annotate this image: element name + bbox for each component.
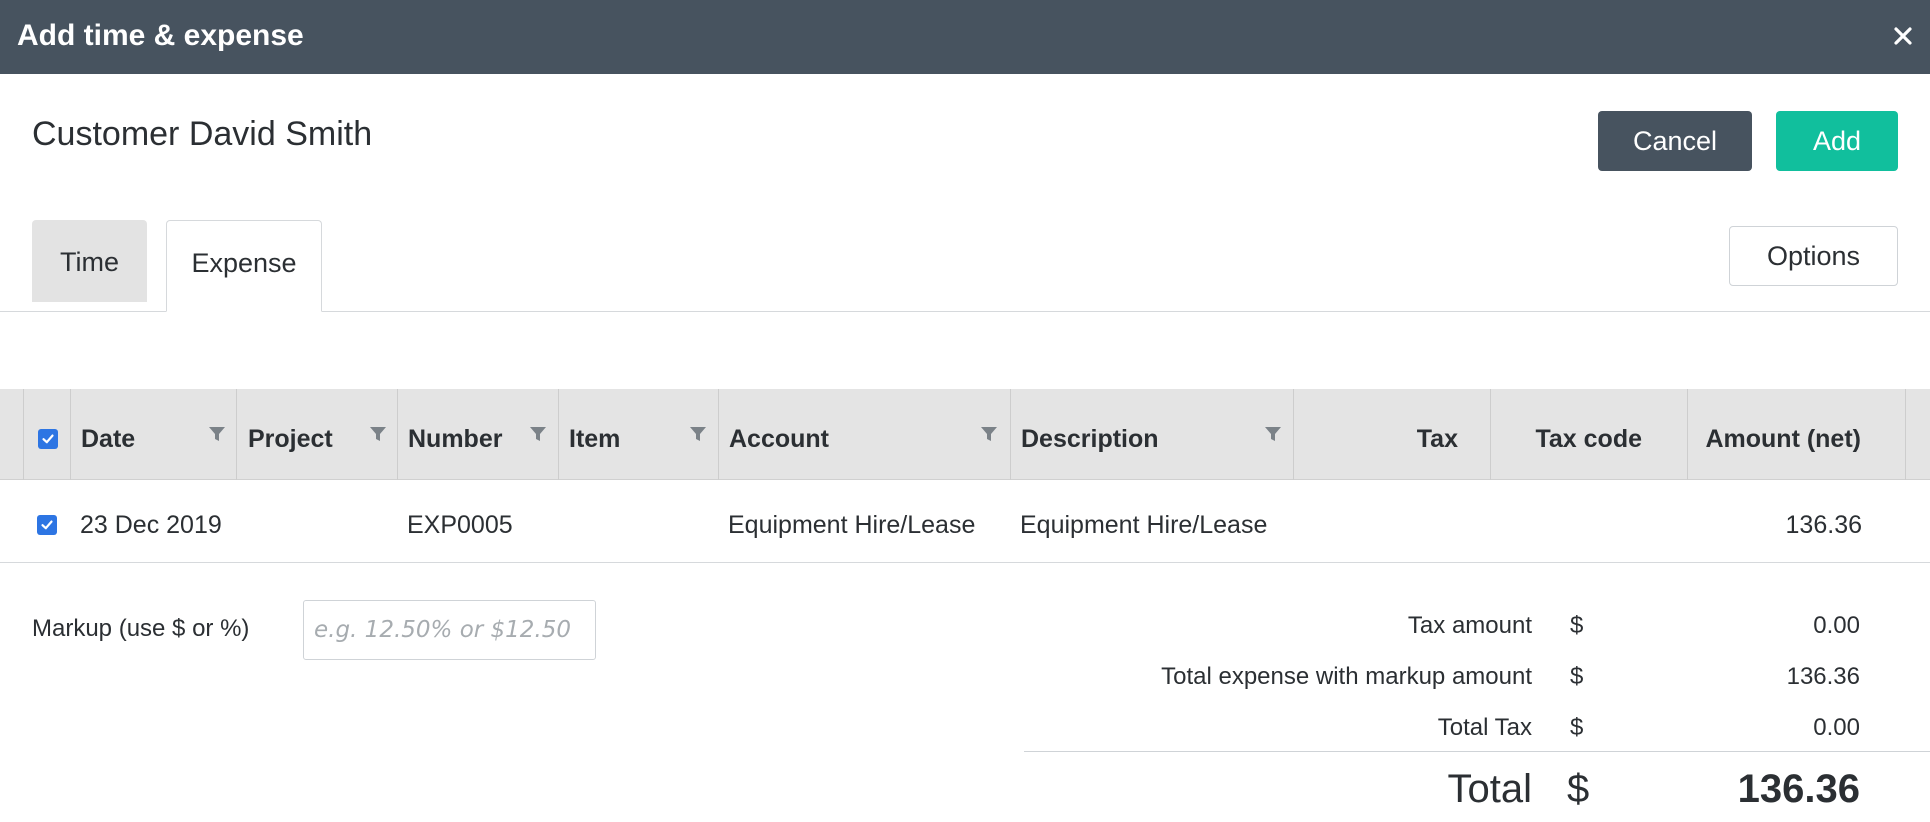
column-item-label: Item (569, 425, 621, 453)
column-item[interactable]: Item (558, 389, 718, 480)
column-tax-label: Tax (1416, 425, 1458, 453)
close-icon[interactable] (1888, 18, 1918, 54)
row-amount: 136.36 (1785, 511, 1862, 539)
filter-icon[interactable] (690, 427, 706, 441)
column-tax-code[interactable]: Tax code (1490, 389, 1687, 480)
column-date-label: Date (81, 425, 136, 453)
tab-expense[interactable]: Expense (166, 220, 322, 312)
column-account[interactable]: Account (718, 389, 1010, 480)
row-date: 23 Dec 2019 (80, 511, 222, 539)
options-button[interactable]: Options (1729, 226, 1898, 286)
column-amount-label: Amount (net) (1705, 425, 1861, 453)
total-expense-markup-label: Total expense with markup amount (1161, 663, 1532, 690)
column-tax-code-label: Tax code (1535, 425, 1642, 453)
total-tax-value: 0.00 (1813, 714, 1860, 741)
cancel-button[interactable]: Cancel (1598, 111, 1752, 171)
tax-amount-currency: $ (1570, 612, 1584, 639)
tax-amount-label: Tax amount (1407, 612, 1532, 639)
column-number-label: Number (408, 425, 503, 453)
select-all-column (23, 389, 70, 480)
row-number: EXP0005 (407, 511, 513, 539)
add-button[interactable]: Add (1776, 111, 1898, 171)
total-tax-label: Total Tax (1437, 714, 1532, 741)
column-project-label: Project (248, 425, 333, 453)
row-account: Equipment Hire/Lease (728, 511, 976, 539)
row-description: Equipment Hire/Lease (1020, 511, 1268, 539)
tab-time[interactable]: Time (32, 220, 147, 302)
filter-icon[interactable] (209, 427, 225, 441)
filter-icon[interactable] (1265, 427, 1281, 441)
filter-icon[interactable] (981, 427, 997, 441)
column-amount-net[interactable]: Amount (net) (1687, 389, 1906, 480)
summary-divider (1024, 751, 1930, 752)
column-account-label: Account (729, 425, 829, 453)
dialog-title: Add time & expense (17, 19, 304, 52)
row-checkbox[interactable] (37, 515, 57, 535)
column-number[interactable]: Number (397, 389, 558, 480)
total-expense-markup-currency: $ (1570, 663, 1584, 690)
markup-input[interactable] (303, 600, 596, 660)
column-date[interactable]: Date (70, 389, 236, 480)
filter-icon[interactable] (530, 427, 546, 441)
total-currency: $ (1567, 767, 1590, 811)
total-expense-markup-value: 136.36 (1786, 663, 1860, 690)
column-description[interactable]: Description (1010, 389, 1293, 480)
total-tax-currency: $ (1570, 714, 1584, 741)
customer-name: Customer David Smith (32, 115, 373, 153)
filter-icon[interactable] (370, 427, 386, 441)
total-label: Total (1447, 767, 1533, 811)
column-tax[interactable]: Tax (1293, 389, 1490, 480)
markup-label: Markup (use $ or %) (32, 615, 250, 642)
table-header: Date Project Number Item Account Descrip… (0, 389, 1930, 480)
table-row[interactable]: 23 Dec 2019 EXP0005 Equipment Hire/Lease… (0, 481, 1930, 563)
tax-amount-value: 0.00 (1813, 612, 1860, 639)
column-project[interactable]: Project (236, 389, 397, 480)
total-value: 136.36 (1737, 767, 1860, 811)
dialog-titlebar: Add time & expense (0, 0, 1930, 74)
select-all-checkbox[interactable] (38, 429, 58, 449)
column-description-label: Description (1021, 425, 1159, 453)
